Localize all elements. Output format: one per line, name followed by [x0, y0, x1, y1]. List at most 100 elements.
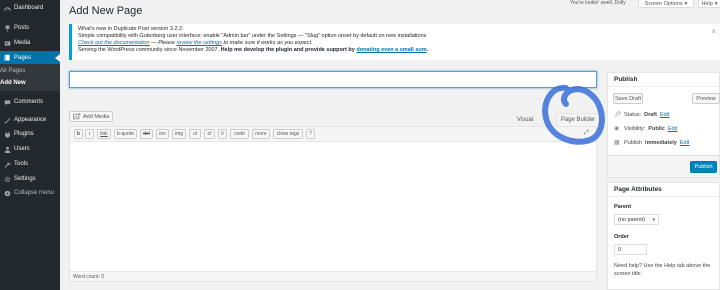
documentation-link[interactable]: Check out the documentation: [78, 40, 150, 46]
qt-li-button[interactable]: li: [218, 129, 227, 139]
add-media-icon: [73, 113, 81, 120]
visibility-row: ◉ Visibility: Public Edit: [614, 125, 677, 133]
publish-box: Publish Save Draft Preview 📌︎ Status: Dr…: [607, 72, 720, 178]
page-attributes-heading: Page Attributes: [608, 183, 719, 197]
comment-icon: [4, 99, 11, 105]
word-count: Word count: 0: [73, 273, 105, 280]
sidebar-item-comments[interactable]: Comments: [0, 96, 60, 108]
sidebar-item-label: Collapse menu: [14, 190, 55, 196]
sidebar-item-all-pages[interactable]: All Pages: [0, 66, 60, 76]
notice-line3-end: .: [426, 47, 429, 53]
visibility-value: Public: [648, 125, 665, 132]
sidebar-item-label: Tools: [14, 161, 29, 167]
parent-select[interactable]: (no parent) ▾: [614, 214, 659, 225]
wrench-icon: [4, 161, 11, 168]
sidebar-item-tools[interactable]: Tools: [0, 158, 60, 170]
sidebar-item-posts[interactable]: Posts: [0, 22, 60, 34]
qt-del-button[interactable]: del: [140, 129, 153, 139]
schedule-row: ▦ Publish immediately Edit: [614, 139, 689, 147]
users-icon: [4, 146, 11, 153]
notice-line2-end: to make sure it works as you expect.: [222, 40, 313, 46]
page-attributes-box: Page Attributes Parent (no parent) ▾ Ord…: [607, 182, 720, 290]
notice-line3-bold: Help me develop the plugin and provide s…: [220, 47, 357, 53]
help-label: Help: [701, 0, 713, 7]
preview-button[interactable]: Preview: [692, 93, 720, 104]
notice-line2: Check out the documentation — Please rev…: [78, 40, 714, 47]
brush-icon: [4, 117, 11, 123]
review-settings-link[interactable]: review the settings: [176, 40, 222, 46]
order-input[interactable]: 0: [614, 244, 647, 255]
help-button[interactable]: Help ▾: [698, 0, 720, 8]
pages-icon: [4, 54, 10, 61]
sidebar-item-label: Users: [14, 146, 30, 152]
tab-page-builder[interactable]: Page Builder: [556, 113, 600, 126]
qt-more-button[interactable]: more: [252, 129, 270, 139]
sidebar-item-label: Plugins: [14, 131, 34, 137]
qt-bquote-button[interactable]: b-quote: [114, 129, 137, 139]
edit-status-link[interactable]: Edit: [660, 112, 669, 118]
sidebar-item-label: Appearance: [14, 117, 47, 123]
sidebar-item-dashboard[interactable]: Dashboard: [0, 2, 60, 14]
title-input[interactable]: [69, 71, 597, 88]
sidebar-item-media[interactable]: Media: [0, 37, 60, 49]
status-value: Draft: [644, 111, 657, 118]
publish-heading: Publish: [608, 73, 719, 87]
sidebar-item-plugins[interactable]: Plugins: [0, 128, 60, 140]
qt-link-button[interactable]: link: [97, 129, 111, 139]
add-media-button[interactable]: Add Media: [69, 111, 113, 122]
save-draft-button[interactable]: Save Draft: [613, 93, 643, 104]
sidebar-item-pages[interactable]: Pages: [0, 51, 60, 64]
dashboard-icon: [4, 6, 11, 11]
donate-link[interactable]: donating even a small sum: [356, 47, 426, 53]
sidebar-item-label: Settings: [14, 176, 36, 182]
notice-line3: Serving the WordPress community since No…: [78, 47, 714, 54]
qt-img-button[interactable]: img: [172, 129, 186, 139]
sidebar-item-users[interactable]: Users: [0, 143, 60, 155]
parent-label: Parent: [614, 204, 632, 210]
sidebar-item-appearance[interactable]: Appearance: [0, 114, 60, 126]
edit-visibility-link[interactable]: Edit: [668, 126, 677, 132]
edit-schedule-link[interactable]: Edit: [680, 140, 689, 146]
plugin-icon: [5, 131, 10, 138]
notice-line3-start: Serving the WordPress community since No…: [78, 47, 221, 53]
duplicate-post-notice: What's new in Duplicate Post version 3.2…: [69, 24, 720, 60]
collapse-menu-button[interactable]: Collapse menu: [0, 187, 60, 199]
sidebar-item-label: All Pages: [0, 68, 26, 74]
publish-value: immediately: [645, 139, 677, 146]
qt-ol-button[interactable]: ol: [204, 129, 215, 139]
sidebar-item-label: Pages: [14, 54, 32, 61]
add-media-label: Add Media: [83, 113, 110, 120]
qt-bold-button[interactable]: b: [74, 129, 83, 139]
sidebar-item-label: Posts: [14, 25, 30, 31]
sidebar-item-label: Add New: [0, 80, 26, 86]
qt-close-tags-button[interactable]: close tags: [273, 129, 303, 139]
visibility-label: Visibility:: [624, 125, 646, 132]
screen-options-label: Screen Options: [644, 0, 683, 7]
expand-icon[interactable]: ⤢: [584, 130, 589, 137]
qt-help-button[interactable]: ?: [306, 129, 315, 139]
status-label: Status:: [624, 111, 642, 118]
eye-icon: ◉: [614, 126, 620, 132]
admin-sidebar: Dashboard Posts Media Pages All Pages Ad…: [0, 0, 60, 290]
chevron-down-icon: ▾: [714, 0, 718, 7]
collapse-icon: [4, 190, 11, 196]
sidebar-item-settings[interactable]: Settings: [0, 173, 60, 185]
qt-code-button[interactable]: code: [230, 129, 249, 139]
chevron-down-icon: ▾: [652, 216, 655, 223]
settings-icon: [4, 176, 11, 182]
text-editor[interactable]: b i link b-quote del ins img ul ol li co…: [69, 126, 597, 282]
screen-options-button[interactable]: Screen Options ▾: [638, 0, 694, 8]
tab-visual[interactable]: Visual: [509, 113, 541, 126]
sidebar-item-add-new[interactable]: Add New: [0, 78, 60, 88]
notice-line2-mid: — Please: [149, 40, 177, 46]
quicktags-toolbar: b i link b-quote del ins img ul ol li co…: [70, 127, 596, 142]
pin-icon: [4, 24, 11, 32]
dismiss-icon[interactable]: ×: [711, 28, 716, 36]
page-title: Add New Page: [69, 5, 143, 17]
qt-italic-button[interactable]: i: [85, 129, 94, 139]
publish-button[interactable]: Publish: [690, 161, 717, 173]
qt-ins-button[interactable]: ins: [156, 129, 169, 139]
qt-ul-button[interactable]: ul: [189, 129, 201, 139]
publish-actions: Publish: [608, 155, 719, 177]
pin-icon: 📌︎: [614, 112, 622, 118]
